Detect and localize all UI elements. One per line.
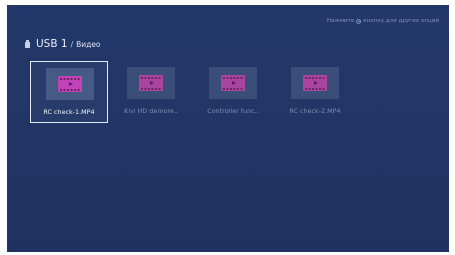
- file-tile[interactable]: RC check-2.MP4: [276, 61, 354, 123]
- usb-drive-icon: [25, 40, 30, 48]
- video-file-icon: [221, 75, 245, 91]
- video-file-icon: [139, 75, 163, 91]
- file-thumbnail: [209, 67, 257, 99]
- options-hint-prefix: Нажмите: [327, 18, 355, 24]
- file-name: RC check-1.MP4: [43, 108, 95, 116]
- file-name: Controller func..: [207, 107, 259, 115]
- tv-screen: Нажмите кнопку для других опций USB 1 / …: [7, 5, 449, 252]
- breadcrumb: USB 1 / Видео: [25, 38, 101, 50]
- breadcrumb-device[interactable]: USB 1: [36, 38, 68, 50]
- options-hint: Нажмите кнопку для других опций: [327, 18, 439, 24]
- file-tile[interactable]: RC check-1.MP4: [30, 61, 108, 123]
- menu-button-icon: [356, 18, 362, 24]
- file-thumbnail: [291, 67, 339, 99]
- breadcrumb-separator: /: [70, 39, 74, 49]
- video-file-icon: [303, 75, 327, 91]
- breadcrumb-folder: Видео: [76, 39, 101, 49]
- file-thumbnail: [127, 67, 175, 99]
- file-name: RC check-2.MP4: [289, 107, 341, 115]
- file-tile[interactable]: Controller func..: [194, 61, 272, 123]
- file-grid: RC check-1.MP4 Kivi HD demore.. Controll…: [30, 61, 449, 131]
- video-file-icon: [58, 76, 82, 92]
- file-tile[interactable]: Kivi HD demore..: [112, 61, 190, 123]
- file-thumbnail: [46, 68, 94, 100]
- file-name: Kivi HD demore..: [124, 107, 178, 115]
- options-hint-suffix: кнопку для других опций: [363, 18, 439, 24]
